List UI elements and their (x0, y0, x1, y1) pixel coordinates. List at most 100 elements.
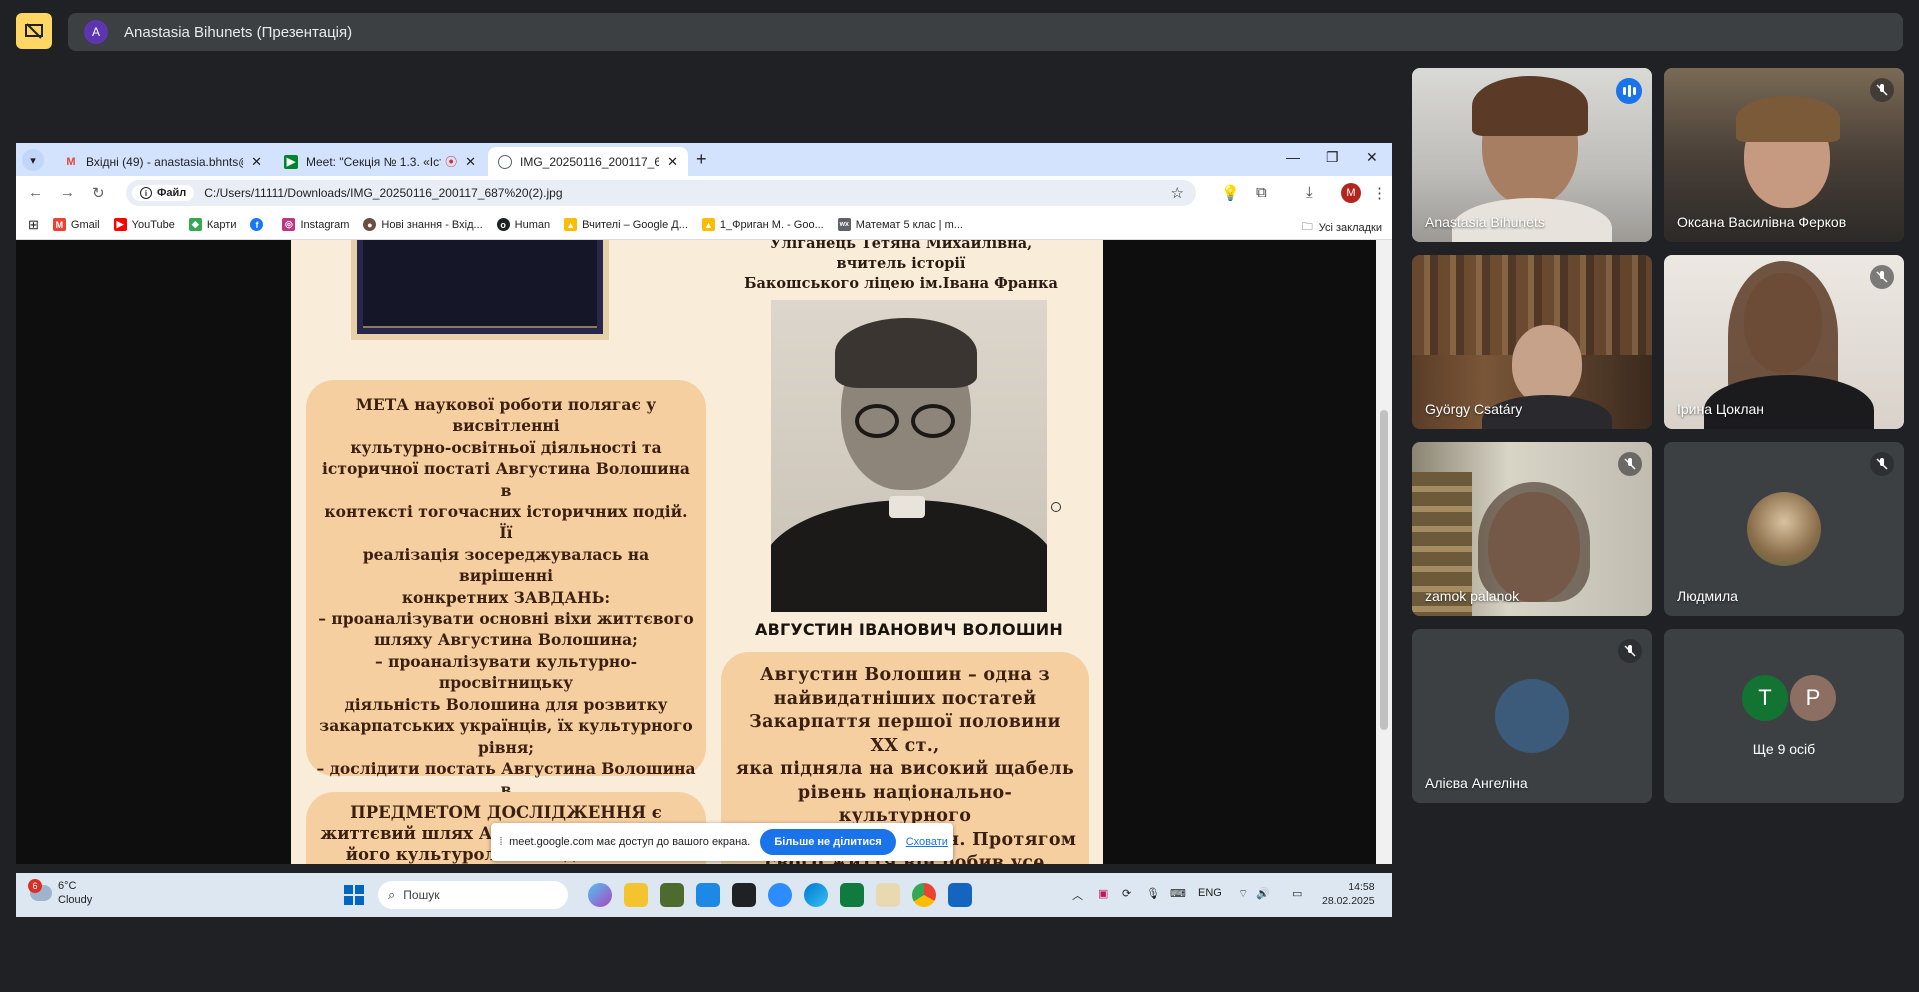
taskbar-search[interactable]: ⌕ Пошук (378, 881, 568, 909)
download-icon[interactable]: ⤓ (1306, 184, 1313, 201)
presentation-banner: A Anastasia Bihunets (Презентація) (68, 13, 1903, 51)
drag-handle-icon[interactable]: ⁞⁞ (499, 836, 503, 848)
participant-avatar (1495, 679, 1569, 753)
weather-widget[interactable]: 6 6°C Cloudy (28, 879, 92, 907)
zoom-cursor-icon (1051, 502, 1061, 512)
participant-name: György Csatáry (1425, 401, 1523, 417)
back-icon[interactable]: ← (28, 184, 43, 201)
omnibox[interactable]: i Файл C:/Users/11111/Downloads/IMG_2025… (126, 180, 1196, 206)
participant-tile[interactable]: György Csatáry (1412, 255, 1652, 429)
mic-off-icon (1870, 452, 1894, 476)
participant-tile[interactable]: Людмила (1664, 442, 1904, 616)
epic-games-icon[interactable] (732, 883, 756, 907)
wifi-icon[interactable]: ⌔ (1238, 887, 1248, 901)
bookmark-teachers-drive[interactable]: ▲ Вчителі – Google Д... (564, 218, 688, 231)
word-app-icon[interactable] (696, 883, 720, 907)
show-hidden-icons[interactable]: ︿ (1072, 887, 1083, 903)
maximize-icon[interactable]: ❐ (1326, 149, 1339, 166)
participant-name: Anastasia Bihunets (1425, 214, 1545, 230)
google-drive-icon: ▲ (564, 218, 578, 231)
photos-icon[interactable] (948, 883, 972, 907)
presentation-title: Anastasia Bihunets (Презентація) (124, 23, 353, 41)
edge-icon[interactable] (804, 883, 828, 907)
taskbar-clock[interactable]: 14:58 28.02.2025 (1322, 880, 1375, 908)
participant-tile[interactable]: Оксана Василівна Ферков (1664, 68, 1904, 242)
mic-off-icon (1870, 265, 1894, 289)
forward-icon[interactable]: → (60, 184, 75, 201)
close-icon[interactable]: ✕ (667, 154, 678, 170)
bookmark-youtube[interactable]: ▶ YouTube (113, 218, 175, 231)
taskbar-search-placeholder: Пошук (403, 888, 440, 902)
zoom-icon[interactable] (768, 883, 792, 907)
bookmark-frigan[interactable]: ▲ 1_Фриган М. - Goo... (701, 218, 824, 231)
tab-gmail[interactable]: M Вхідні (49) - anastasia.bhnts@g ✕ (54, 147, 272, 176)
lightbulb-icon[interactable]: 💡 (1221, 184, 1240, 202)
google-drive-icon: ▲ (701, 218, 715, 231)
new-tab-button[interactable]: + (696, 149, 707, 170)
vertical-scrollbar[interactable] (1376, 240, 1392, 864)
participant-name: Алієва Ангеліна (1425, 775, 1528, 791)
clock-date: 28.02.2025 (1322, 895, 1375, 907)
scrollbar-thumb[interactable] (1380, 410, 1388, 730)
windows-taskbar: 6 6°C Cloudy ⌕ Пошук ︿ ▣ ⟳ 🎙 ⌨ ENG ⌔ 🔊 ▭ (16, 873, 1392, 917)
keyboard-icon[interactable]: ⌨ (1170, 887, 1186, 900)
close-window-icon[interactable]: ✕ (1366, 149, 1378, 166)
participant-tile[interactable]: Ірина Цоклан (1664, 255, 1904, 429)
minecraft-icon[interactable] (660, 883, 684, 907)
sync-icon[interactable]: ⟳ (1122, 887, 1131, 900)
facebook-icon: f (250, 218, 264, 231)
instagram-icon: ◎ (282, 218, 296, 231)
more-participants-tile[interactable]: T P Ще 9 осіб (1664, 629, 1904, 803)
stop-presenting-icon[interactable] (16, 13, 52, 49)
bookmark-star-icon[interactable]: ☆ (1171, 184, 1184, 202)
participant-avatar (1747, 492, 1821, 566)
notepad-icon[interactable] (876, 883, 900, 907)
copilot-icon[interactable] (588, 883, 612, 907)
menu-icon[interactable]: ⋮ (1372, 184, 1387, 202)
microphone-icon[interactable]: 🎙 (1146, 887, 1160, 900)
stop-sharing-button[interactable]: Більше не ділитися (760, 829, 896, 855)
tab-image[interactable]: IMG_20250116_200117_687 (2) ✕ (488, 147, 688, 176)
tab-search-icon[interactable]: ▾ (22, 149, 44, 171)
url-text[interactable]: C:/Users/11111/Downloads/IMG_20250116_20… (204, 186, 562, 200)
bookmark-novi-znannya[interactable]: ● Нові знання - Вхід... (363, 218, 483, 231)
participant-tile[interactable]: zamok palanok (1412, 442, 1652, 616)
language-indicator[interactable]: ENG (1198, 887, 1222, 899)
novi-znannya-icon: ● (363, 218, 377, 231)
minimize-icon[interactable]: — (1286, 149, 1300, 165)
bookmark-math[interactable]: wx Математ 5 клас | m... (837, 218, 963, 231)
poster-image[interactable]: Уліганець Тетяна Михайлівна, вчитель іст… (291, 240, 1103, 864)
poster-photo-frame (351, 240, 609, 340)
participant-tile[interactable]: Алієва Ангеліна (1412, 629, 1652, 803)
meet-icon: ▶ (284, 154, 298, 169)
onenote-tray-icon[interactable]: ▣ (1098, 887, 1108, 900)
tab-meet[interactable]: ▶ Meet: "Секція № 1.3. «Істор ⦿ ✕ (274, 147, 486, 176)
close-icon[interactable]: ✕ (465, 154, 476, 170)
extensions-icon[interactable]: ⧉ (1256, 184, 1267, 201)
site-info-chip[interactable]: i Файл (132, 185, 195, 201)
battery-icon[interactable]: ▭ (1292, 887, 1302, 900)
apps-grid-icon[interactable]: ⊞ (28, 217, 39, 233)
bookmark-human[interactable]: o Human (496, 218, 550, 231)
bookmark-maps[interactable]: ◆ Карти (188, 218, 236, 231)
chrome-icon[interactable] (912, 883, 936, 907)
volume-icon[interactable]: 🔊 (1256, 887, 1270, 900)
hide-notice-link[interactable]: Сховати (906, 836, 948, 848)
all-bookmarks[interactable]: 🗀 Усі закладки (1302, 218, 1382, 237)
participant-name: zamok palanok (1425, 588, 1520, 604)
mic-off-icon (1618, 639, 1642, 663)
recording-icon: ⦿ (445, 155, 458, 169)
close-icon[interactable]: ✕ (251, 154, 262, 170)
participant-name: Оксана Василівна Ферков (1677, 214, 1847, 230)
participant-tile[interactable]: Anastasia Bihunets (1412, 68, 1652, 242)
bookmark-instagram[interactable]: ◎ Instagram (282, 218, 349, 231)
poster-author: Уліганець Тетяна Михайлівна, вчитель іст… (744, 240, 1058, 292)
profile-avatar[interactable]: M (1341, 183, 1361, 203)
green-app-icon[interactable] (840, 883, 864, 907)
reload-icon[interactable]: ↻ (92, 184, 105, 202)
participant-name: Ірина Цоклан (1677, 401, 1765, 417)
bookmark-facebook[interactable]: f (250, 218, 268, 231)
bookmark-gmail[interactable]: M Gmail (52, 218, 100, 231)
file-explorer-icon[interactable] (624, 883, 648, 907)
windows-start-icon[interactable] (344, 885, 364, 905)
